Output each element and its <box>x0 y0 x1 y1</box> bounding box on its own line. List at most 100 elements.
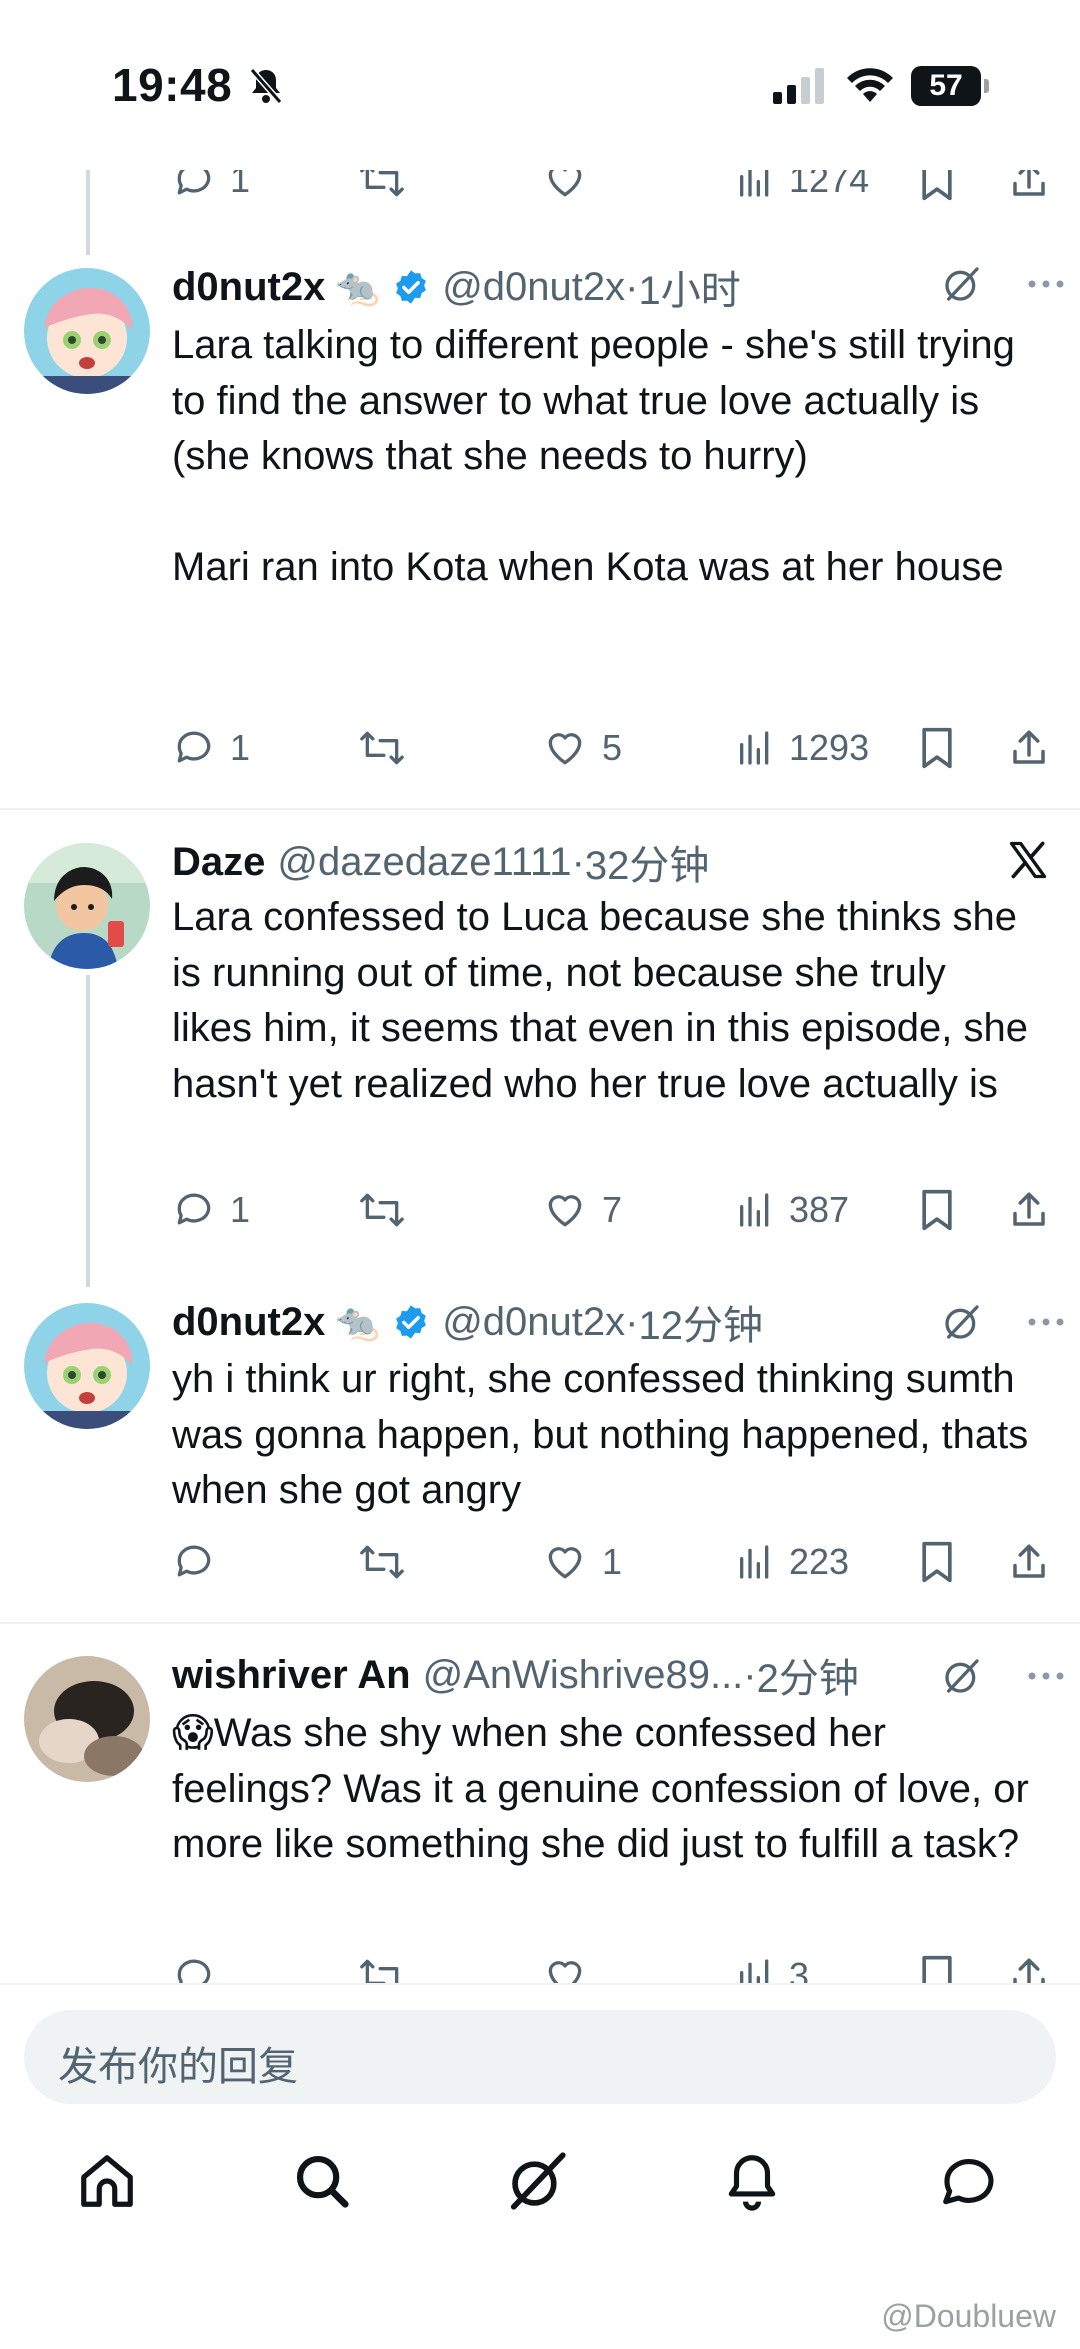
watermark: @Doubluew <box>881 2298 1056 2334</box>
messages-icon[interactable] <box>938 2150 1000 2212</box>
reply-input-placeholder: 发布你的回复 <box>58 2045 298 2089</box>
tweet-actions: 1 5 1293 <box>172 720 1052 776</box>
bookmark-button[interactable] <box>917 1182 957 1238</box>
grok-icon[interactable] <box>942 1302 982 1342</box>
views-count: 223 <box>789 1541 850 1582</box>
reply-input[interactable]: 发布你的回复 <box>24 2010 1056 2104</box>
tweet-actions: 1 7 387 <box>172 1182 1052 1238</box>
search-icon[interactable] <box>291 2150 353 2212</box>
tweet-actions: 1 223 <box>172 1534 1052 1590</box>
status-bar: 19:48 57 <box>0 0 1080 170</box>
views-button[interactable]: 1293 <box>735 720 869 776</box>
tweet-header: wishriver An @AnWishrive89... · 2分钟 <box>172 1650 859 1702</box>
status-time: 19:48 <box>112 59 233 111</box>
thread-line <box>86 170 90 255</box>
reply-count: 1 <box>230 1189 251 1230</box>
cellular-signal-icon <box>773 68 824 104</box>
grok-icon[interactable] <box>942 1656 982 1696</box>
retweet-icon <box>360 1545 404 1579</box>
display-name[interactable]: Daze <box>172 840 265 885</box>
more-options-icon[interactable] <box>1026 1316 1066 1328</box>
tweet-header-actions <box>942 264 1066 304</box>
bottom-nav <box>0 2150 1080 2270</box>
grok-icon[interactable] <box>942 264 982 304</box>
bookmark-icon <box>922 1189 952 1231</box>
views-chart-icon <box>740 1545 769 1579</box>
tweet-header: d0nut2x 🐀 @d0nut2x · 12分钟 <box>172 1297 763 1349</box>
handle: @d0nut2x <box>442 264 626 309</box>
handle: @d0nut2x <box>442 1299 626 1344</box>
reply-button[interactable]: 1 <box>172 1182 250 1238</box>
reply-button[interactable] <box>172 1534 230 1590</box>
home-icon[interactable] <box>76 2150 138 2212</box>
views-chart-icon <box>740 731 769 765</box>
tweet-divider <box>0 808 1080 810</box>
display-name[interactable]: d0nut2x <box>172 265 325 310</box>
handle: @dazedaze1111 <box>277 839 572 884</box>
x-logo-icon <box>1009 841 1047 879</box>
share-icon <box>1013 1192 1045 1226</box>
bottom-panel: 发布你的回复 @Doubluew <box>0 1983 1080 2349</box>
verified-badge-icon <box>396 270 427 304</box>
separator-dot: · <box>625 1299 639 1344</box>
views-button[interactable]: 387 <box>735 1182 849 1238</box>
avatar[interactable] <box>24 268 150 394</box>
like-button[interactable]: 5 <box>542 720 622 776</box>
views-button[interactable]: 223 <box>735 1534 849 1590</box>
more-options-icon[interactable] <box>1026 278 1066 290</box>
avatar[interactable] <box>24 1303 150 1429</box>
bell-muted-icon <box>249 68 283 104</box>
tweet-text: 😱Was she shy when she confessed her feel… <box>172 1706 1032 1873</box>
views-count: 387 <box>789 1189 850 1230</box>
like-button[interactable]: 1 <box>542 1534 622 1590</box>
share-button[interactable] <box>1008 720 1050 776</box>
text-emoji: 😱 <box>172 1711 214 1755</box>
separator-dot: · <box>625 264 639 309</box>
bookmark-button[interactable] <box>917 720 957 776</box>
share-icon <box>1013 1544 1045 1578</box>
retweet-button[interactable] <box>357 720 407 776</box>
display-name[interactable]: wishriver An <box>172 1653 411 1698</box>
reply-icon <box>177 1193 211 1225</box>
avatar-anime-pink-hair <box>24 268 150 394</box>
avatar[interactable] <box>24 843 150 969</box>
share-button[interactable] <box>1008 1182 1050 1238</box>
timestamp: 1小时 <box>638 269 741 313</box>
like-count: 1 <box>602 1541 623 1582</box>
thread-line <box>86 975 90 1287</box>
heart-icon <box>548 1547 582 1579</box>
retweet-button[interactable] <box>357 1534 407 1590</box>
reply-count: 1 <box>230 727 251 768</box>
battery-indicator: 57 <box>911 66 989 106</box>
bookmark-button[interactable] <box>917 1534 957 1590</box>
separator-dot: · <box>571 839 585 884</box>
avatar[interactable] <box>24 1656 150 1782</box>
share-icon <box>1013 730 1045 764</box>
tweet-header-actions <box>942 1302 1066 1342</box>
bookmark-icon <box>922 1541 952 1583</box>
avatar-anime-pink-hair <box>24 1303 150 1429</box>
verified-badge-icon <box>396 1305 427 1339</box>
more-options-icon[interactable] <box>1026 1670 1066 1682</box>
notifications-bell-icon[interactable] <box>721 2150 783 2212</box>
timestamp: 32分钟 <box>584 844 710 888</box>
avatar-photo <box>24 1656 150 1782</box>
tweet-text-body: Was she shy when she confessed her feeli… <box>172 1711 1040 1866</box>
display-name[interactable]: d0nut2x <box>172 1300 325 1345</box>
heart-icon <box>548 1195 582 1227</box>
tweet-text: Lara talking to different people - she's… <box>172 323 1015 589</box>
reply-icon <box>177 1545 211 1577</box>
grok-icon[interactable] <box>506 2150 568 2212</box>
reply-icon <box>177 731 211 763</box>
like-count: 7 <box>602 1189 623 1230</box>
retweet-icon <box>360 1193 404 1227</box>
separator-dot: · <box>743 1652 757 1697</box>
tweet-text: yh i think ur right, she confessed think… <box>172 1357 1040 1512</box>
timestamp: 12分钟 <box>638 1304 763 1348</box>
tweet-text: Lara confessed to Luca because she think… <box>172 895 1040 1106</box>
like-button[interactable]: 7 <box>542 1182 622 1238</box>
share-button[interactable] <box>1008 1534 1050 1590</box>
retweet-button[interactable] <box>357 1182 407 1238</box>
views-count: 1293 <box>789 727 870 768</box>
reply-button[interactable]: 1 <box>172 720 250 776</box>
